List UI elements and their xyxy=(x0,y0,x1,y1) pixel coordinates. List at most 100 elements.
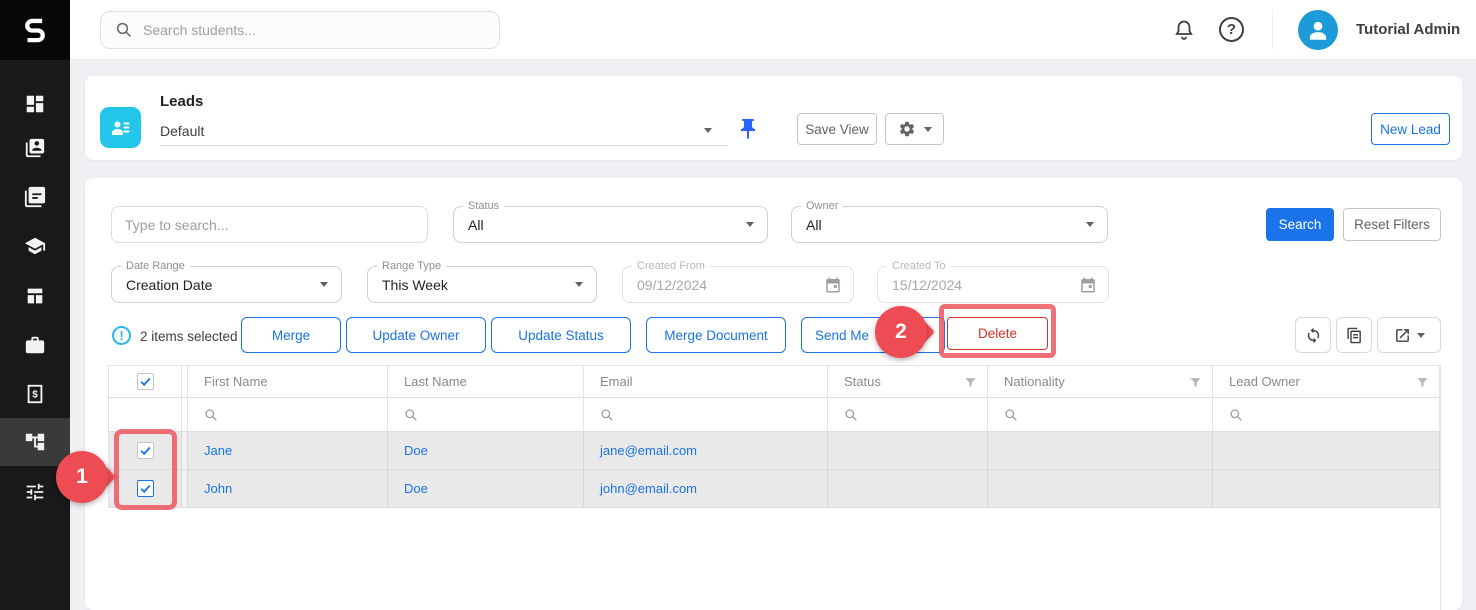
annotation-step-2: 2 xyxy=(875,306,955,358)
selection-info-icon: ! xyxy=(112,326,131,345)
layout-icon xyxy=(24,285,46,307)
date-range-select[interactable]: Date Range Creation Date xyxy=(111,266,342,303)
cell-last-name[interactable]: Doe xyxy=(388,470,584,508)
created-from-label: Created From xyxy=(632,259,710,273)
pin-view-button[interactable] xyxy=(736,117,760,143)
copy-view-button[interactable] xyxy=(1336,317,1372,353)
range-type-select[interactable]: Range Type This Week xyxy=(367,266,597,303)
app-logo xyxy=(0,0,70,60)
app-screen: $ ? Tutorial Admin Leads Default Save Vi… xyxy=(0,0,1476,610)
column-header-label: Lead Owner xyxy=(1229,374,1300,389)
created-from-field[interactable]: Created From 09/12/2024 xyxy=(622,266,854,303)
dashboard-icon xyxy=(24,93,46,115)
cell-first-name[interactable]: John xyxy=(188,470,388,508)
reset-filters-button[interactable]: Reset Filters xyxy=(1343,208,1441,241)
global-search-input[interactable] xyxy=(143,22,473,38)
column-header-nationality[interactable]: Nationality xyxy=(988,365,1213,398)
view-settings-button[interactable] xyxy=(885,113,944,145)
user-name: Tutorial Admin xyxy=(1356,21,1460,38)
sidebar-item-contacts[interactable] xyxy=(0,126,70,170)
check-icon xyxy=(139,444,152,457)
sidebar-item-dashboard[interactable] xyxy=(0,82,70,126)
select-all-checkbox[interactable] xyxy=(137,373,154,390)
graduation-cap-icon xyxy=(24,235,46,257)
cell-last-name[interactable]: Doe xyxy=(388,432,584,470)
sidebar-item-billing[interactable]: $ xyxy=(0,372,70,416)
search-icon xyxy=(844,408,858,422)
avatar[interactable] xyxy=(1298,10,1338,50)
export-button[interactable] xyxy=(1377,317,1441,353)
chevron-down-icon xyxy=(924,127,932,132)
cell-email[interactable]: jane@email.com xyxy=(584,432,828,470)
chevron-down-icon xyxy=(320,282,328,287)
sidebar-item-academics[interactable] xyxy=(0,224,70,268)
table-search-input[interactable] xyxy=(125,217,397,233)
owner-filter-value: All xyxy=(806,217,822,233)
owner-filter-label: Owner xyxy=(801,199,843,213)
search-icon xyxy=(404,408,418,422)
merge-button[interactable]: Merge xyxy=(241,317,341,353)
update-owner-button[interactable]: Update Owner xyxy=(346,317,486,353)
chevron-down-icon xyxy=(704,128,712,133)
check-icon xyxy=(139,482,152,495)
column-filter-last-name[interactable] xyxy=(388,398,584,432)
help-button[interactable]: ? xyxy=(1219,17,1244,42)
column-header-label: Nationality xyxy=(1004,374,1065,389)
column-header-status[interactable]: Status xyxy=(828,365,988,398)
search-button[interactable]: Search xyxy=(1266,208,1334,241)
notifications-button[interactable] xyxy=(1172,18,1196,42)
sidebar-item-pages[interactable] xyxy=(0,175,70,219)
status-filter-select[interactable]: Status All xyxy=(453,206,768,243)
contacts-icon xyxy=(24,137,46,159)
cell-lead-owner xyxy=(1213,432,1440,470)
date-range-value: Creation Date xyxy=(126,277,212,293)
global-search[interactable] xyxy=(100,11,500,49)
filter-funnel-icon[interactable] xyxy=(963,375,978,390)
filter-funnel-icon[interactable] xyxy=(1415,375,1430,390)
copy-icon xyxy=(1346,327,1363,344)
page-title: Leads xyxy=(160,93,203,110)
table-filter-row xyxy=(108,398,1440,432)
column-header-lead-owner[interactable]: Lead Owner xyxy=(1213,365,1440,398)
column-header-label: Status xyxy=(844,374,881,389)
cell-first-name[interactable]: Jane xyxy=(188,432,388,470)
calendar-icon[interactable] xyxy=(824,276,842,294)
delete-button[interactable]: Delete xyxy=(947,317,1048,350)
cell-lead-owner xyxy=(1213,470,1440,508)
logo-icon xyxy=(19,14,51,46)
created-to-field[interactable]: Created To 15/12/2024 xyxy=(877,266,1109,303)
sidebar-item-layout[interactable] xyxy=(0,274,70,318)
column-filter-status[interactable] xyxy=(828,398,988,432)
column-filter-nationality[interactable] xyxy=(988,398,1213,432)
status-filter-value: All xyxy=(468,217,484,233)
table-row[interactable]: John Doe john@email.com xyxy=(108,470,1440,508)
contact-badge-icon xyxy=(109,116,133,140)
cell-email[interactable]: john@email.com xyxy=(584,470,828,508)
column-header-email[interactable]: Email xyxy=(584,365,828,398)
update-status-button[interactable]: Update Status xyxy=(491,317,631,353)
table-search-field[interactable] xyxy=(111,206,428,243)
created-to-value: 15/12/2024 xyxy=(892,277,962,293)
sidebar: $ xyxy=(0,0,70,610)
column-filter-lead-owner[interactable] xyxy=(1213,398,1440,432)
column-filter-email[interactable] xyxy=(584,398,828,432)
column-header-first-name[interactable]: First Name xyxy=(188,365,388,398)
filter-funnel-icon[interactable] xyxy=(1188,375,1203,390)
refresh-button[interactable] xyxy=(1295,317,1331,353)
table-row[interactable]: Jane Doe jane@email.com xyxy=(108,432,1440,470)
new-lead-button[interactable]: New Lead xyxy=(1371,113,1450,145)
chevron-down-icon xyxy=(575,282,583,287)
row-checkbox[interactable] xyxy=(137,480,154,497)
refresh-icon xyxy=(1305,327,1322,344)
save-view-button[interactable]: Save View xyxy=(797,113,877,145)
owner-filter-select[interactable]: Owner All xyxy=(791,206,1108,243)
column-filter-first-name[interactable] xyxy=(188,398,388,432)
calendar-icon[interactable] xyxy=(1079,276,1097,294)
range-type-label: Range Type xyxy=(377,259,446,273)
row-checkbox[interactable] xyxy=(137,442,154,459)
column-header-last-name[interactable]: Last Name xyxy=(388,365,584,398)
merge-document-button[interactable]: Merge Document xyxy=(646,317,786,353)
cell-nationality xyxy=(988,432,1213,470)
sidebar-item-jobs[interactable] xyxy=(0,323,70,367)
view-selector[interactable]: Default xyxy=(160,116,728,146)
